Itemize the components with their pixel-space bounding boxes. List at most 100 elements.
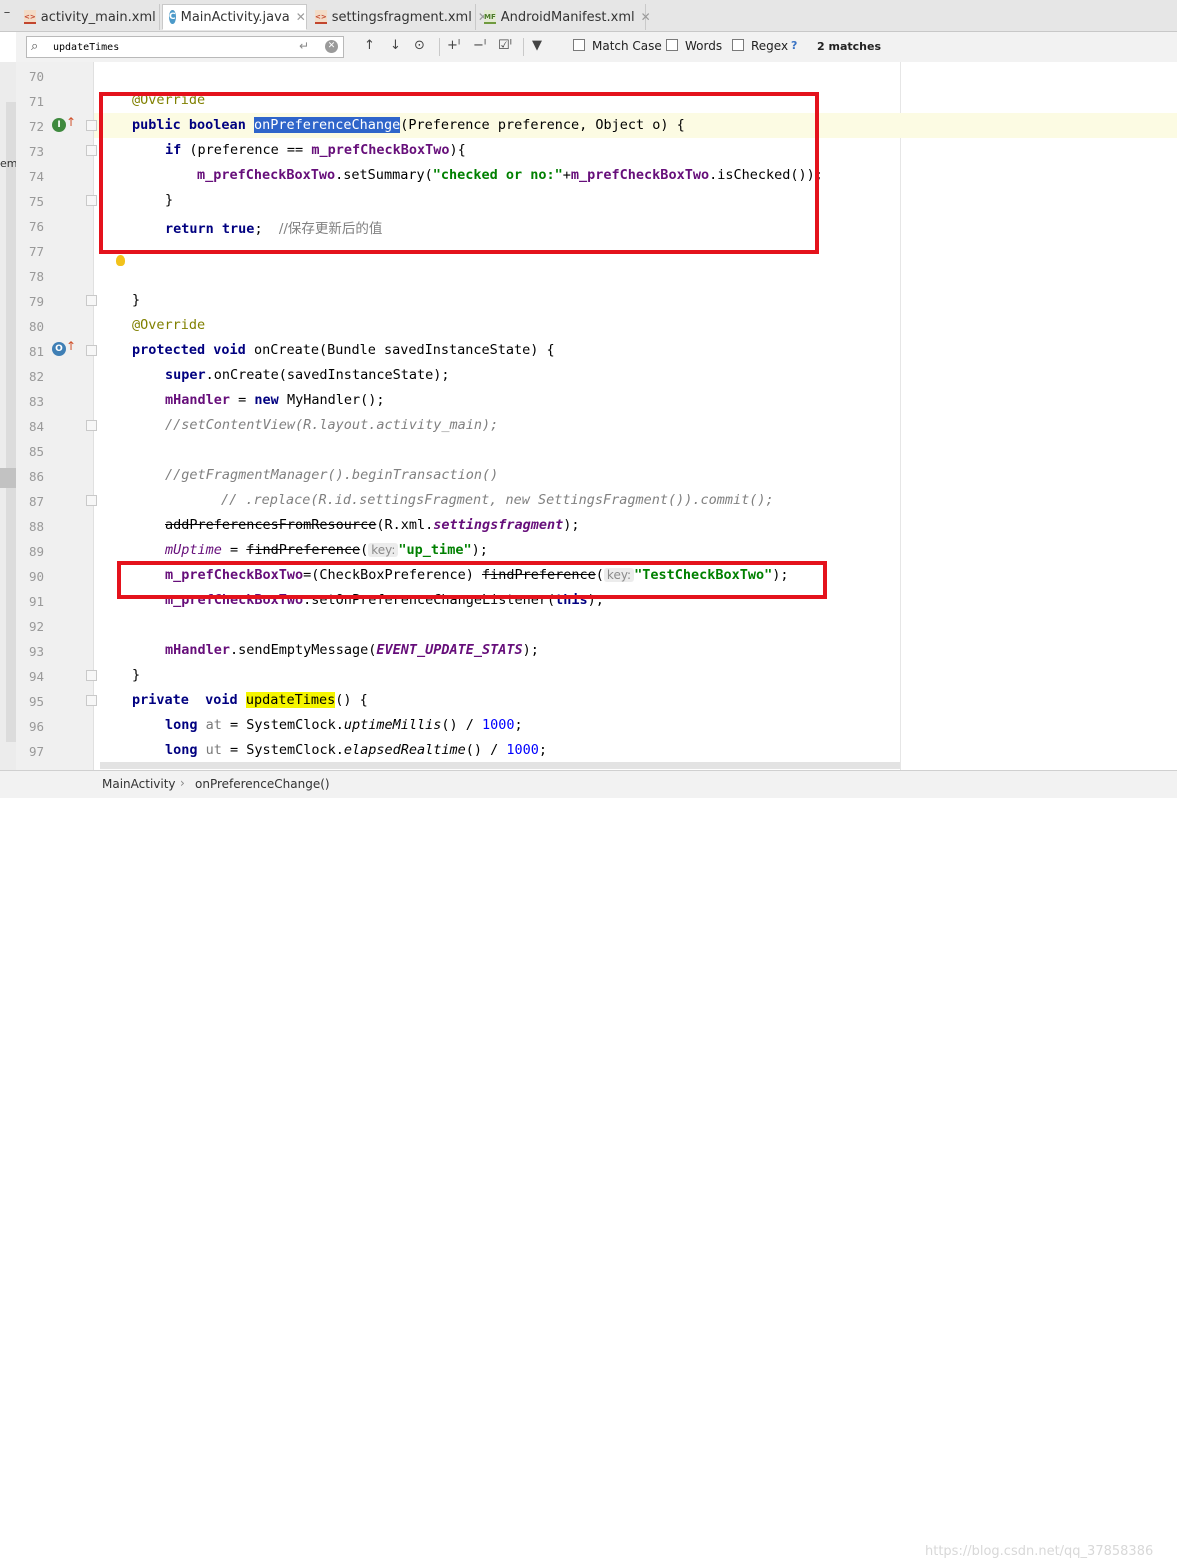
code-text: } xyxy=(132,292,141,308)
java-class-icon: C xyxy=(169,10,176,24)
search-icon[interactable]: ⌕ xyxy=(31,39,38,54)
collapse-icon[interactable]: – xyxy=(0,5,14,25)
code-line-87[interactable]: // .replace(R.id.settingsFragment, new S… xyxy=(221,492,774,508)
keyword: super xyxy=(165,367,206,383)
constant-reference: EVENT_UPDATE_STATS xyxy=(376,642,523,658)
fold-marker-icon[interactable] xyxy=(86,295,97,306)
tab-label: AndroidManifest.xml xyxy=(500,9,635,25)
close-icon[interactable]: ✕ xyxy=(296,10,306,24)
code-line-97[interactable]: long ut = SystemClock.elapsedRealtime() … xyxy=(165,742,547,758)
previous-match-icon[interactable]: ↑ xyxy=(364,38,375,53)
manifest-file-icon: MF xyxy=(484,10,496,24)
code-text: = SystemClock. xyxy=(221,717,344,733)
newline-icon[interactable]: ↵ xyxy=(299,39,309,53)
implements-method-icon[interactable]: I xyxy=(52,118,66,132)
code-line-86[interactable]: //getFragmentManager().beginTransaction(… xyxy=(165,467,498,483)
fold-marker-icon[interactable] xyxy=(86,145,97,156)
overrides-method-icon[interactable]: O xyxy=(52,342,66,356)
navigate-up-arrow-icon[interactable]: ↑ xyxy=(66,339,76,353)
fold-marker-icon[interactable] xyxy=(86,495,97,506)
code-line-81[interactable]: protected void onCreate(Bundle savedInst… xyxy=(132,342,555,358)
field-reference: mHandler xyxy=(165,642,231,658)
add-occurrence-icon[interactable]: +ᴵ xyxy=(447,38,460,53)
line-number: 73 xyxy=(28,144,44,159)
next-match-icon[interactable]: ↓ xyxy=(390,38,401,53)
regex-help-link[interactable]: ? xyxy=(791,39,797,52)
annotation-box-line-90 xyxy=(117,561,827,599)
line-number: 92 xyxy=(28,619,44,634)
line-number: 85 xyxy=(28,444,44,459)
code-line-94[interactable]: } xyxy=(132,667,140,683)
line-number: 83 xyxy=(28,394,44,409)
fold-marker-icon[interactable] xyxy=(86,670,97,681)
match-case-label[interactable]: Match Case xyxy=(592,39,662,53)
search-match-highlight[interactable]: updateTimes xyxy=(245,692,336,708)
code-line-79[interactable]: } xyxy=(132,292,140,308)
regex-checkbox[interactable] xyxy=(732,39,744,51)
annotation: @Override xyxy=(132,317,206,333)
toolbar-divider xyxy=(523,38,524,56)
regex-label[interactable]: Regex xyxy=(751,39,788,53)
search-input[interactable] xyxy=(53,39,293,55)
tab-mainactivity-java[interactable]: C MainActivity.java ✕ xyxy=(162,4,307,30)
code-text: = xyxy=(230,392,255,408)
select-all-occurrences-icon[interactable]: ☑ᴵ xyxy=(498,38,512,53)
tab-settingsfragment-xml[interactable]: <> settingsfragment.xml ✕ xyxy=(309,4,488,30)
code-line-93[interactable]: mHandler.sendEmptyMessage(EVENT_UPDATE_S… xyxy=(165,642,539,658)
code-line-96[interactable]: long at = SystemClock.uptimeMillis() / 1… xyxy=(165,717,523,733)
tab-label: activity_main.xml xyxy=(40,9,156,25)
watermark: https://blog.csdn.net/qq_37858386 xyxy=(925,1544,1154,1559)
code-line-95[interactable]: private void updateTimes() { xyxy=(132,692,368,708)
code-text: MyHandler(); xyxy=(278,392,385,408)
code-line-84[interactable]: //setContentView(R.layout.activity_main)… xyxy=(165,417,498,433)
code-line-80[interactable]: @Override xyxy=(132,317,205,333)
tab-activity-main-xml[interactable]: <> activity_main.xml ✕ xyxy=(18,4,172,30)
tab-androidmanifest-xml[interactable]: MF AndroidManifest.xml ✕ xyxy=(478,4,651,30)
navigate-up-arrow-icon[interactable]: ↑ xyxy=(66,115,76,129)
deprecated-call: addPreferencesFromResource xyxy=(165,517,377,533)
keyword: new xyxy=(254,392,279,408)
parameter-hint: key: xyxy=(368,543,399,557)
breadcrumb-class[interactable]: MainActivity xyxy=(102,777,176,791)
clear-search-icon[interactable]: ✕ xyxy=(325,40,338,53)
breadcrumb-method[interactable]: onPreferenceChange() xyxy=(195,777,330,791)
field-reference: mHandler xyxy=(165,392,231,408)
match-count: 2 matches xyxy=(817,40,881,53)
toolbar-divider xyxy=(439,38,440,56)
keyword: long xyxy=(165,717,198,733)
number-literal: 1000 xyxy=(506,742,539,758)
words-checkbox[interactable] xyxy=(666,39,678,51)
line-number: 82 xyxy=(28,369,44,384)
code-line-83[interactable]: mHandler = new MyHandler(); xyxy=(165,392,384,408)
keyword: void xyxy=(213,342,246,358)
close-icon[interactable]: ✕ xyxy=(641,10,651,24)
keyword: private xyxy=(132,692,189,708)
code-line-89[interactable]: mUptime = findPreference(key: "up_time"); xyxy=(165,542,488,558)
match-case-checkbox[interactable] xyxy=(573,39,585,51)
code-text: ; xyxy=(538,742,548,758)
fold-marker-icon[interactable] xyxy=(86,195,97,206)
search-field[interactable]: ⌕ ↵ ✕ xyxy=(26,36,344,58)
strip-scroll-thumb[interactable] xyxy=(0,468,16,488)
filter-icon[interactable]: ▼ xyxy=(532,38,542,53)
code-text: .onCreate(savedInstanceState); xyxy=(205,367,450,383)
words-label[interactable]: Words xyxy=(685,39,722,53)
find-all-icon[interactable]: ⊙ xyxy=(414,38,425,53)
fold-marker-icon[interactable] xyxy=(86,695,97,706)
code-line-88[interactable]: addPreferencesFromResource(R.xml.setting… xyxy=(165,517,580,533)
line-number: 72 xyxy=(28,119,44,134)
line-number: 84 xyxy=(28,419,44,434)
tool-window-strip: em xyxy=(0,62,17,770)
remove-occurrence-icon[interactable]: −ᴵ xyxy=(473,38,486,53)
tab-label: MainActivity.java xyxy=(180,9,290,25)
horizontal-scrollbar[interactable] xyxy=(100,762,900,769)
fold-marker-icon[interactable] xyxy=(86,120,97,131)
fold-marker-icon[interactable] xyxy=(86,345,97,356)
chevron-right-icon: › xyxy=(180,776,185,790)
fold-marker-icon[interactable] xyxy=(86,420,97,431)
lightbulb-icon[interactable] xyxy=(116,255,125,266)
line-number: 89 xyxy=(28,544,44,559)
line-number: 87 xyxy=(28,494,44,509)
code-line-82[interactable]: super.onCreate(savedInstanceState); xyxy=(165,367,449,383)
code-text: ); xyxy=(522,642,539,658)
